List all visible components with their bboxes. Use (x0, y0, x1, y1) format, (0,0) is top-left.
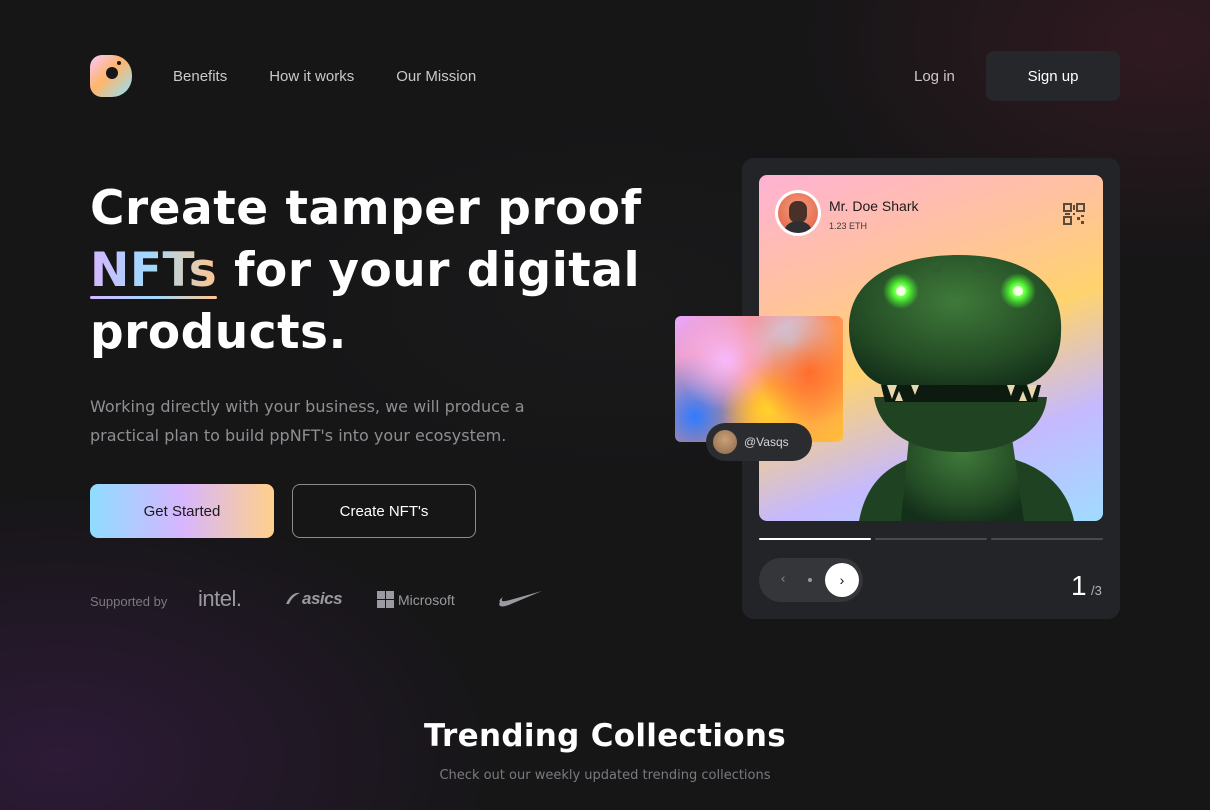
chevron-right-icon[interactable]: › (825, 563, 859, 597)
microsoft-windows-icon (377, 591, 394, 608)
owner-price: 1.23 ETH (829, 221, 868, 231)
headline-part-1: Create tamper proof (90, 181, 642, 236)
create-nft-button[interactable]: Create NFT's (292, 484, 476, 538)
supported-by-label: Supported by (90, 594, 168, 609)
nike-swoosh-icon (497, 590, 543, 612)
asics-wordmark: asics (302, 589, 343, 608)
main-nav: Benefits How it works Our Mission (173, 68, 476, 85)
trending-subtitle: Check out our weekly updated trending co… (439, 768, 771, 783)
logo-spark (117, 61, 121, 65)
pager-dot (808, 578, 812, 582)
logo-dot (106, 67, 118, 79)
crocodile-illustration (849, 255, 1074, 521)
hero-headline: Create tamper proof NFTs for your digita… (90, 178, 650, 364)
creator-handle: @Vasqs (744, 435, 789, 449)
slide-progress-1 (759, 538, 871, 540)
slide-pager: ‹ › (759, 558, 863, 602)
brand-logo[interactable] (90, 55, 132, 97)
slide-current: 1 (1071, 570, 1087, 601)
slide-progress-3 (991, 538, 1103, 540)
microsoft-wordmark: Microsoft (398, 591, 455, 608)
nav-item-benefits[interactable]: Benefits (173, 68, 227, 85)
slide-progress-2 (875, 538, 987, 540)
headline-highlight: NFTs (90, 240, 218, 302)
signup-button[interactable]: Sign up (986, 51, 1120, 101)
trending-title: Trending Collections (424, 718, 786, 754)
nav-item-how-it-works[interactable]: How it works (269, 68, 354, 85)
creator-badge[interactable]: @Vasqs (706, 423, 812, 461)
creator-avatar (713, 430, 737, 454)
hero-subtitle: Working directly with your business, we … (90, 397, 525, 445)
owner-name: Mr. Doe Shark (829, 198, 919, 214)
slide-total: /3 (1091, 583, 1102, 598)
nav-item-our-mission[interactable]: Our Mission (396, 68, 476, 85)
owner-avatar[interactable] (775, 190, 821, 236)
qr-code-icon[interactable] (1062, 202, 1086, 230)
intel-logo: intel. (198, 586, 242, 611)
login-link[interactable]: Log in (914, 68, 955, 85)
get-started-button[interactable]: Get Started (90, 484, 274, 538)
asics-stripes-icon (286, 592, 300, 604)
microsoft-logo: Microsoft (377, 591, 455, 608)
slide-counter: 1 /3 (1071, 570, 1102, 602)
asics-logo: asics (284, 589, 343, 609)
chevron-left-icon[interactable]: ‹ (775, 570, 791, 590)
